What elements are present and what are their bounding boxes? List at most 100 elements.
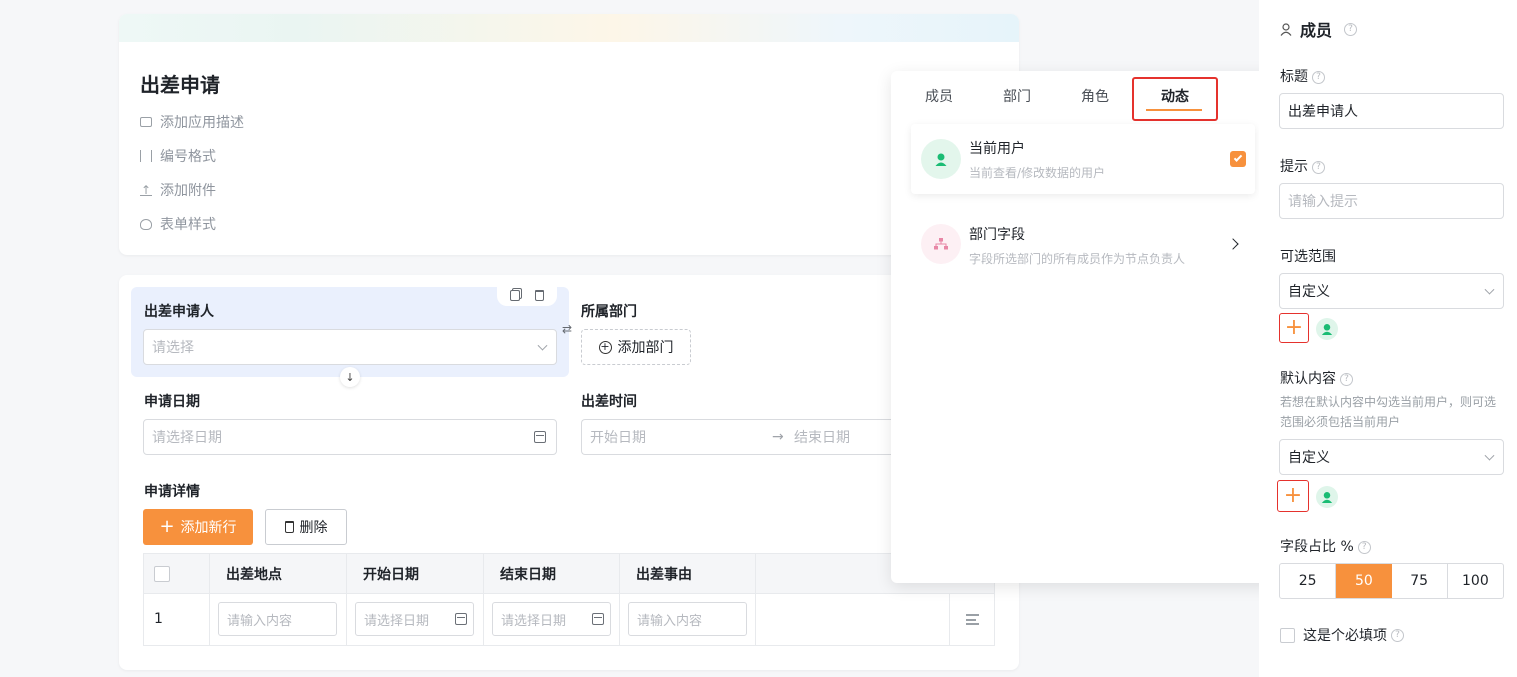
- add-row-label: 添加新行: [180, 520, 237, 536]
- end-date-cell-placeholder: 请选择日期: [501, 613, 567, 629]
- delete-icon[interactable]: [534, 289, 544, 301]
- cell-end: 请选择日期: [484, 594, 620, 645]
- user-icon: [1321, 492, 1333, 503]
- column-header: 结束日期: [484, 554, 620, 594]
- option-department-field[interactable]: 部门字段 字段所选部门的所有成员作为节点负责人: [911, 216, 1255, 272]
- ratio-option-75[interactable]: 75: [1392, 564, 1448, 598]
- add-row-button[interactable]: + 添加新行: [143, 509, 253, 545]
- add-department-label: 添加部门: [617, 340, 674, 356]
- hint-input[interactable]: 请输入提示: [1279, 183, 1504, 219]
- ratio-option-50[interactable]: 50: [1336, 564, 1392, 598]
- title-setting-label: 标题?: [1280, 66, 1325, 86]
- applicant-placeholder: 请选择: [152, 340, 194, 356]
- tab-member[interactable]: 成员: [925, 86, 953, 106]
- trip-time-label: 出差时间: [581, 394, 637, 410]
- delete-row-button[interactable]: 删除: [265, 509, 347, 545]
- department-label: 所属部门: [581, 304, 637, 320]
- default-add-button[interactable]: +: [1277, 480, 1309, 512]
- swap-icon[interactable]: ⇄: [562, 322, 572, 336]
- required-checkbox[interactable]: [1280, 627, 1295, 643]
- member-picker-popover: 成员 部门 角色 动态 当前用户 当前查看/修改数据的用户 部门字段 字段所选部…: [891, 71, 1275, 583]
- field-toolbar: [497, 284, 557, 306]
- help-icon: ?: [1344, 22, 1358, 36]
- applicant-label: 出差申请人: [144, 304, 214, 320]
- plus-icon: +: [159, 516, 175, 537]
- range-user-avatar[interactable]: [1316, 318, 1338, 340]
- add-description-button[interactable]: 添加应用描述: [140, 112, 244, 132]
- default-select-value: 自定义: [1288, 450, 1330, 466]
- panel-header: 成员 ?: [1280, 17, 1358, 41]
- current-user-avatar: [921, 139, 961, 179]
- default-select[interactable]: 自定义: [1279, 439, 1504, 475]
- ratio-setting-label: 字段占比 %?: [1280, 536, 1371, 556]
- required-option[interactable]: 这是个必填项 ?: [1280, 625, 1404, 645]
- palette-icon: [140, 218, 152, 230]
- chevron-down-icon: [1484, 450, 1495, 461]
- end-date-placeholder: 结束日期: [794, 430, 850, 446]
- range-arrow: →: [772, 429, 784, 445]
- help-icon: ?: [1312, 70, 1325, 84]
- tab-dynamic-highlight[interactable]: 动态: [1132, 77, 1218, 121]
- add-attachment-button[interactable]: ↑ 添加附件: [140, 180, 216, 200]
- title-input-value: 出差申请人: [1288, 104, 1358, 120]
- add-description-label: 添加应用描述: [160, 115, 244, 131]
- tab-dynamic: 动态: [1161, 89, 1189, 105]
- add-attachment-label: 添加附件: [160, 183, 216, 199]
- calendar-icon: [455, 613, 467, 625]
- option-current-user[interactable]: 当前用户 当前查看/修改数据的用户: [911, 124, 1255, 194]
- current-user-checkbox[interactable]: [1230, 151, 1246, 167]
- row-index: 1: [144, 594, 210, 645]
- applicant-select[interactable]: 请选择: [143, 329, 557, 365]
- comment-icon: [140, 117, 152, 127]
- ratio-option-25[interactable]: 25: [1280, 564, 1337, 598]
- ratio-option-100[interactable]: 100: [1448, 564, 1503, 598]
- reason-placeholder: 请输入内容: [637, 613, 703, 629]
- tab-department[interactable]: 部门: [1003, 86, 1031, 106]
- row-actions-cell: [949, 594, 994, 645]
- department-field-title: 部门字段: [969, 227, 1025, 243]
- ratio-segmented-control: 25 50 75 100: [1279, 563, 1504, 599]
- range-setting-label: 可选范围: [1280, 249, 1336, 265]
- current-user-desc: 当前查看/修改数据的用户: [969, 166, 1106, 180]
- range-select[interactable]: 自定义: [1279, 273, 1504, 309]
- apply-date-label: 申请日期: [144, 394, 200, 410]
- add-department-button[interactable]: + 添加部门: [581, 329, 691, 365]
- number-format-label: 编号格式: [160, 149, 216, 165]
- cell-place: 请输入内容: [210, 594, 347, 645]
- trip-time-range-picker[interactable]: 开始日期 → 结束日期: [581, 419, 901, 455]
- row-edit-icon[interactable]: [965, 614, 979, 625]
- upload-icon: ↑: [140, 183, 152, 197]
- arrow-down-icon: ↓: [345, 370, 355, 384]
- tab-role[interactable]: 角色: [1081, 86, 1109, 106]
- person-icon: [1280, 22, 1292, 36]
- range-add-button[interactable]: +: [1279, 313, 1309, 343]
- department-field-desc: 字段所选部门的所有成员作为节点负责人: [969, 252, 1186, 266]
- column-header: 出差事由: [620, 554, 756, 594]
- reason-input[interactable]: 请输入内容: [628, 602, 747, 636]
- column-header: 开始日期: [347, 554, 484, 594]
- place-input[interactable]: 请输入内容: [218, 602, 337, 636]
- start-date-input[interactable]: 请选择日期: [355, 602, 474, 636]
- org-chart-icon: [934, 238, 948, 250]
- title-input[interactable]: 出差申请人: [1279, 93, 1504, 129]
- apply-date-picker[interactable]: 请选择日期: [143, 419, 557, 455]
- select-all-cell: [144, 554, 210, 594]
- panel-title: 成员: [1300, 21, 1333, 40]
- chevron-down-icon: [537, 340, 548, 351]
- form-header-card: 出差申请 添加应用描述 编号格式 ↑ 添加附件 表单样式: [119, 14, 1019, 255]
- default-user-avatar[interactable]: [1316, 486, 1338, 508]
- number-format-button[interactable]: 编号格式: [140, 146, 216, 166]
- number-format-icon: [140, 150, 152, 162]
- move-down-handle[interactable]: ↓: [340, 367, 360, 387]
- chevron-right-icon: [1227, 238, 1239, 250]
- table-header: 出差地点 开始日期 结束日期 出差事由: [144, 554, 994, 594]
- select-all-checkbox[interactable]: [154, 566, 170, 582]
- copy-icon[interactable]: [510, 289, 521, 301]
- active-tab-underline: [1146, 109, 1202, 111]
- form-style-button[interactable]: 表单样式: [140, 214, 216, 234]
- hint-setting-label: 提示?: [1280, 156, 1325, 176]
- form-style-label: 表单样式: [160, 217, 216, 233]
- end-date-input[interactable]: 请选择日期: [492, 602, 611, 636]
- cell-start: 请选择日期: [347, 594, 484, 645]
- default-setting-label: 默认内容?: [1280, 368, 1353, 388]
